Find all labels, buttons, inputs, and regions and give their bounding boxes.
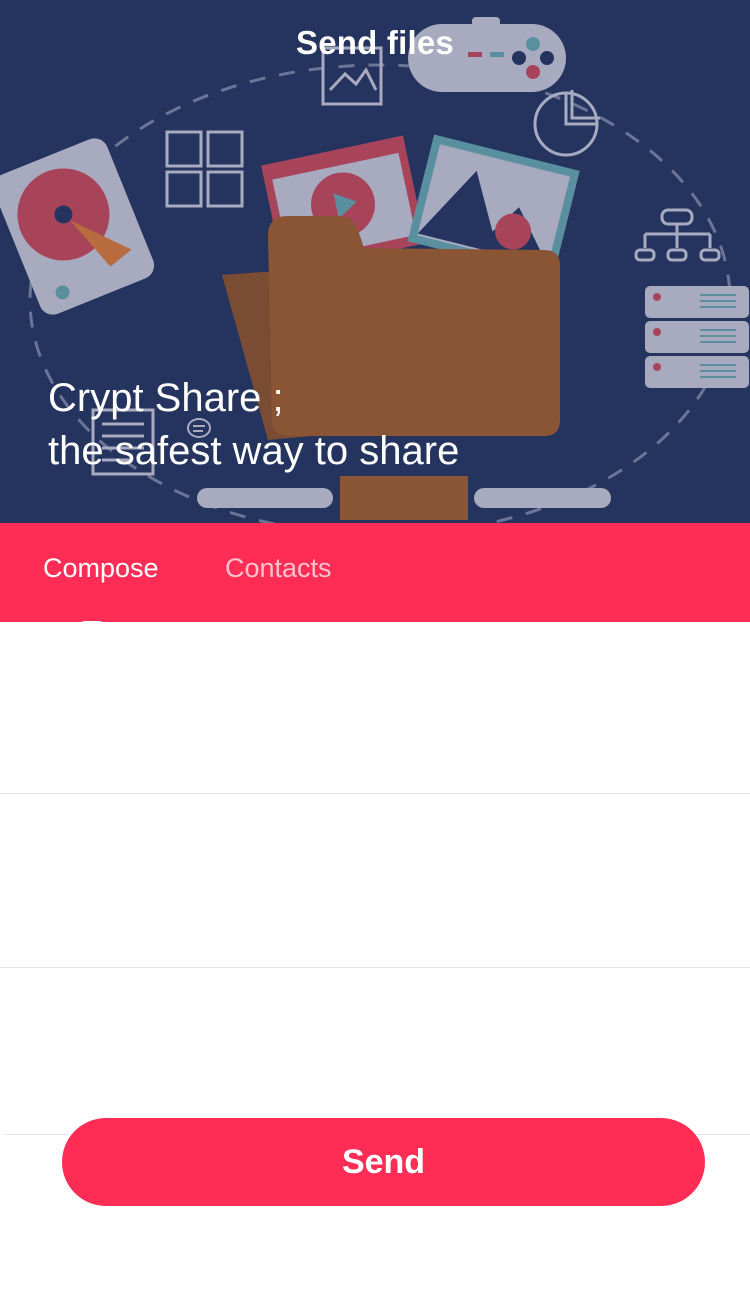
tab-bar: Compose Contacts <box>0 523 750 622</box>
hero-banner: Send files Crypt Share ; the safest way … <box>0 0 750 523</box>
tagline-line-2: the safest way to share <box>48 429 460 473</box>
folder-stand <box>340 476 468 520</box>
form-field-2[interactable] <box>0 794 750 967</box>
base-bar-left <box>197 488 333 508</box>
page-title: Send files <box>296 24 454 61</box>
compose-input-2[interactable] <box>0 794 750 967</box>
tagline-line-1: Crypt Share ; <box>48 376 284 420</box>
hierarchy-icon <box>634 208 721 262</box>
compose-input-1[interactable] <box>0 622 750 793</box>
server-icon <box>645 286 749 388</box>
form-field-1[interactable] <box>0 622 750 793</box>
send-button[interactable]: Send <box>62 1118 705 1206</box>
compose-input-3[interactable] <box>0 968 750 1134</box>
tab-contacts[interactable]: Contacts <box>225 553 332 584</box>
tab-compose[interactable]: Compose <box>43 553 159 584</box>
hard-drive-icon <box>0 138 155 315</box>
grid-icon <box>165 130 244 208</box>
hero-tagline: Crypt Share ; the safest way to share <box>48 372 459 478</box>
base-bar-right <box>474 488 611 508</box>
form-field-3[interactable] <box>0 968 750 1134</box>
pie-chart-icon <box>533 90 600 157</box>
